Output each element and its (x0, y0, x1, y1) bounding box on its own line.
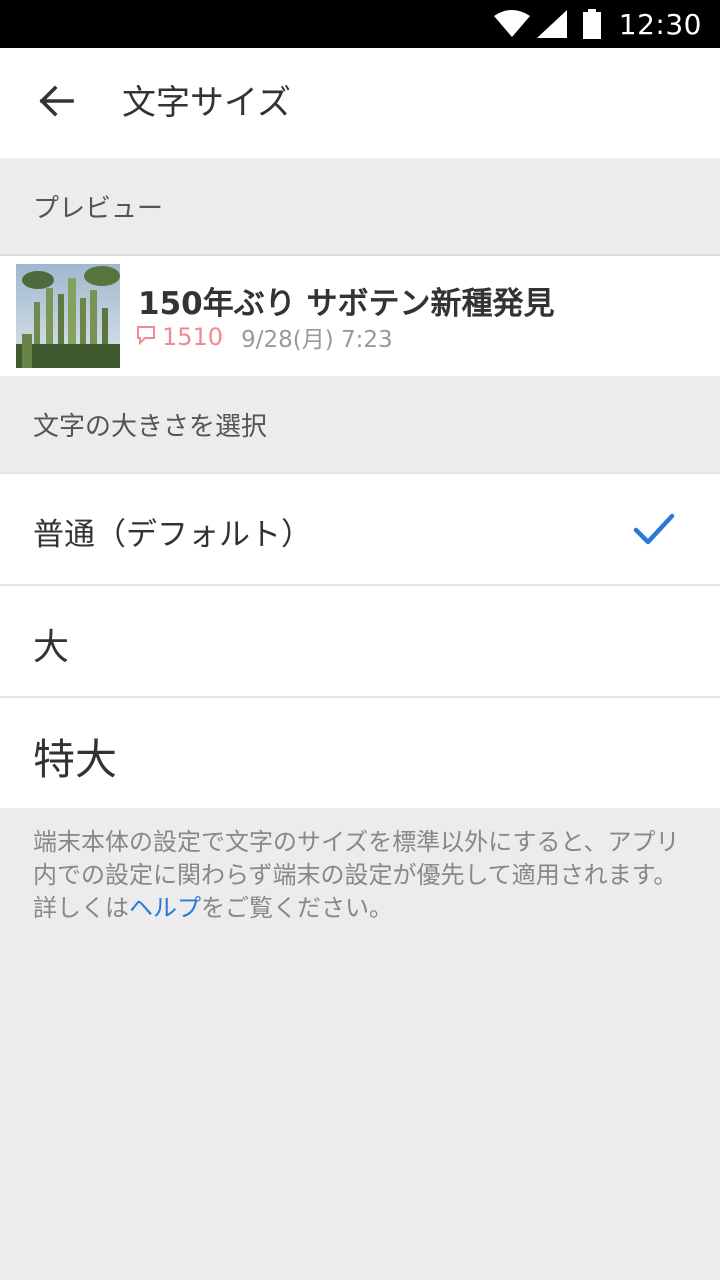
article-thumbnail-image (16, 264, 120, 368)
option-normal[interactable]: 普通（デフォルト） (0, 474, 720, 584)
text-size-settings-screen: 12:30 文字サイズ プレビュー 150年ぶり サボテン新種発見 1510 9… (0, 0, 720, 1280)
note-text-end: をご覧ください。 (201, 894, 393, 922)
settings-note: 端末本体の設定で文字のサイズを標準以外にすると、アプリ内での設定に関わらず端末の… (33, 826, 693, 925)
cell-signal-icon (536, 10, 567, 38)
comment-icon (136, 323, 156, 351)
size-section-header: 文字の大きさを選択 (0, 376, 720, 472)
preview-section-header: プレビュー (0, 158, 720, 254)
comment-count: 1510 (162, 323, 224, 351)
help-link[interactable]: ヘルプ (129, 894, 201, 922)
preview-article: 150年ぶり サボテン新種発見 (0, 256, 720, 376)
page-title: 文字サイズ (122, 83, 291, 123)
wifi-icon (493, 10, 531, 38)
article-title: 150年ぶり サボテン新種発見 (138, 286, 555, 322)
app-bar: 文字サイズ (0, 48, 720, 158)
size-header-label: 文字の大きさを選択 (33, 412, 268, 442)
article-date: 9/28(月) 7:23 (241, 327, 393, 353)
back-button[interactable] (24, 74, 88, 132)
status-bar: 12:30 (0, 0, 720, 48)
option-extra-large-label: 特大 (33, 735, 118, 784)
checkmark-icon (633, 512, 675, 550)
system-icons: 12:30 (493, 6, 702, 42)
battery-icon (582, 9, 601, 39)
option-large[interactable]: 大 (0, 586, 720, 696)
option-extra-large[interactable]: 特大 (0, 698, 720, 808)
option-normal-label: 普通（デフォルト） (33, 517, 312, 553)
option-large-label: 大 (33, 627, 70, 668)
status-time: 12:30 (618, 7, 702, 41)
preview-header-label: プレビュー (33, 194, 164, 224)
arrow-left-icon (38, 85, 74, 121)
article-meta: 1510 9/28(月) 7:23 (136, 322, 393, 353)
comment-count-group: 1510 (136, 323, 223, 351)
